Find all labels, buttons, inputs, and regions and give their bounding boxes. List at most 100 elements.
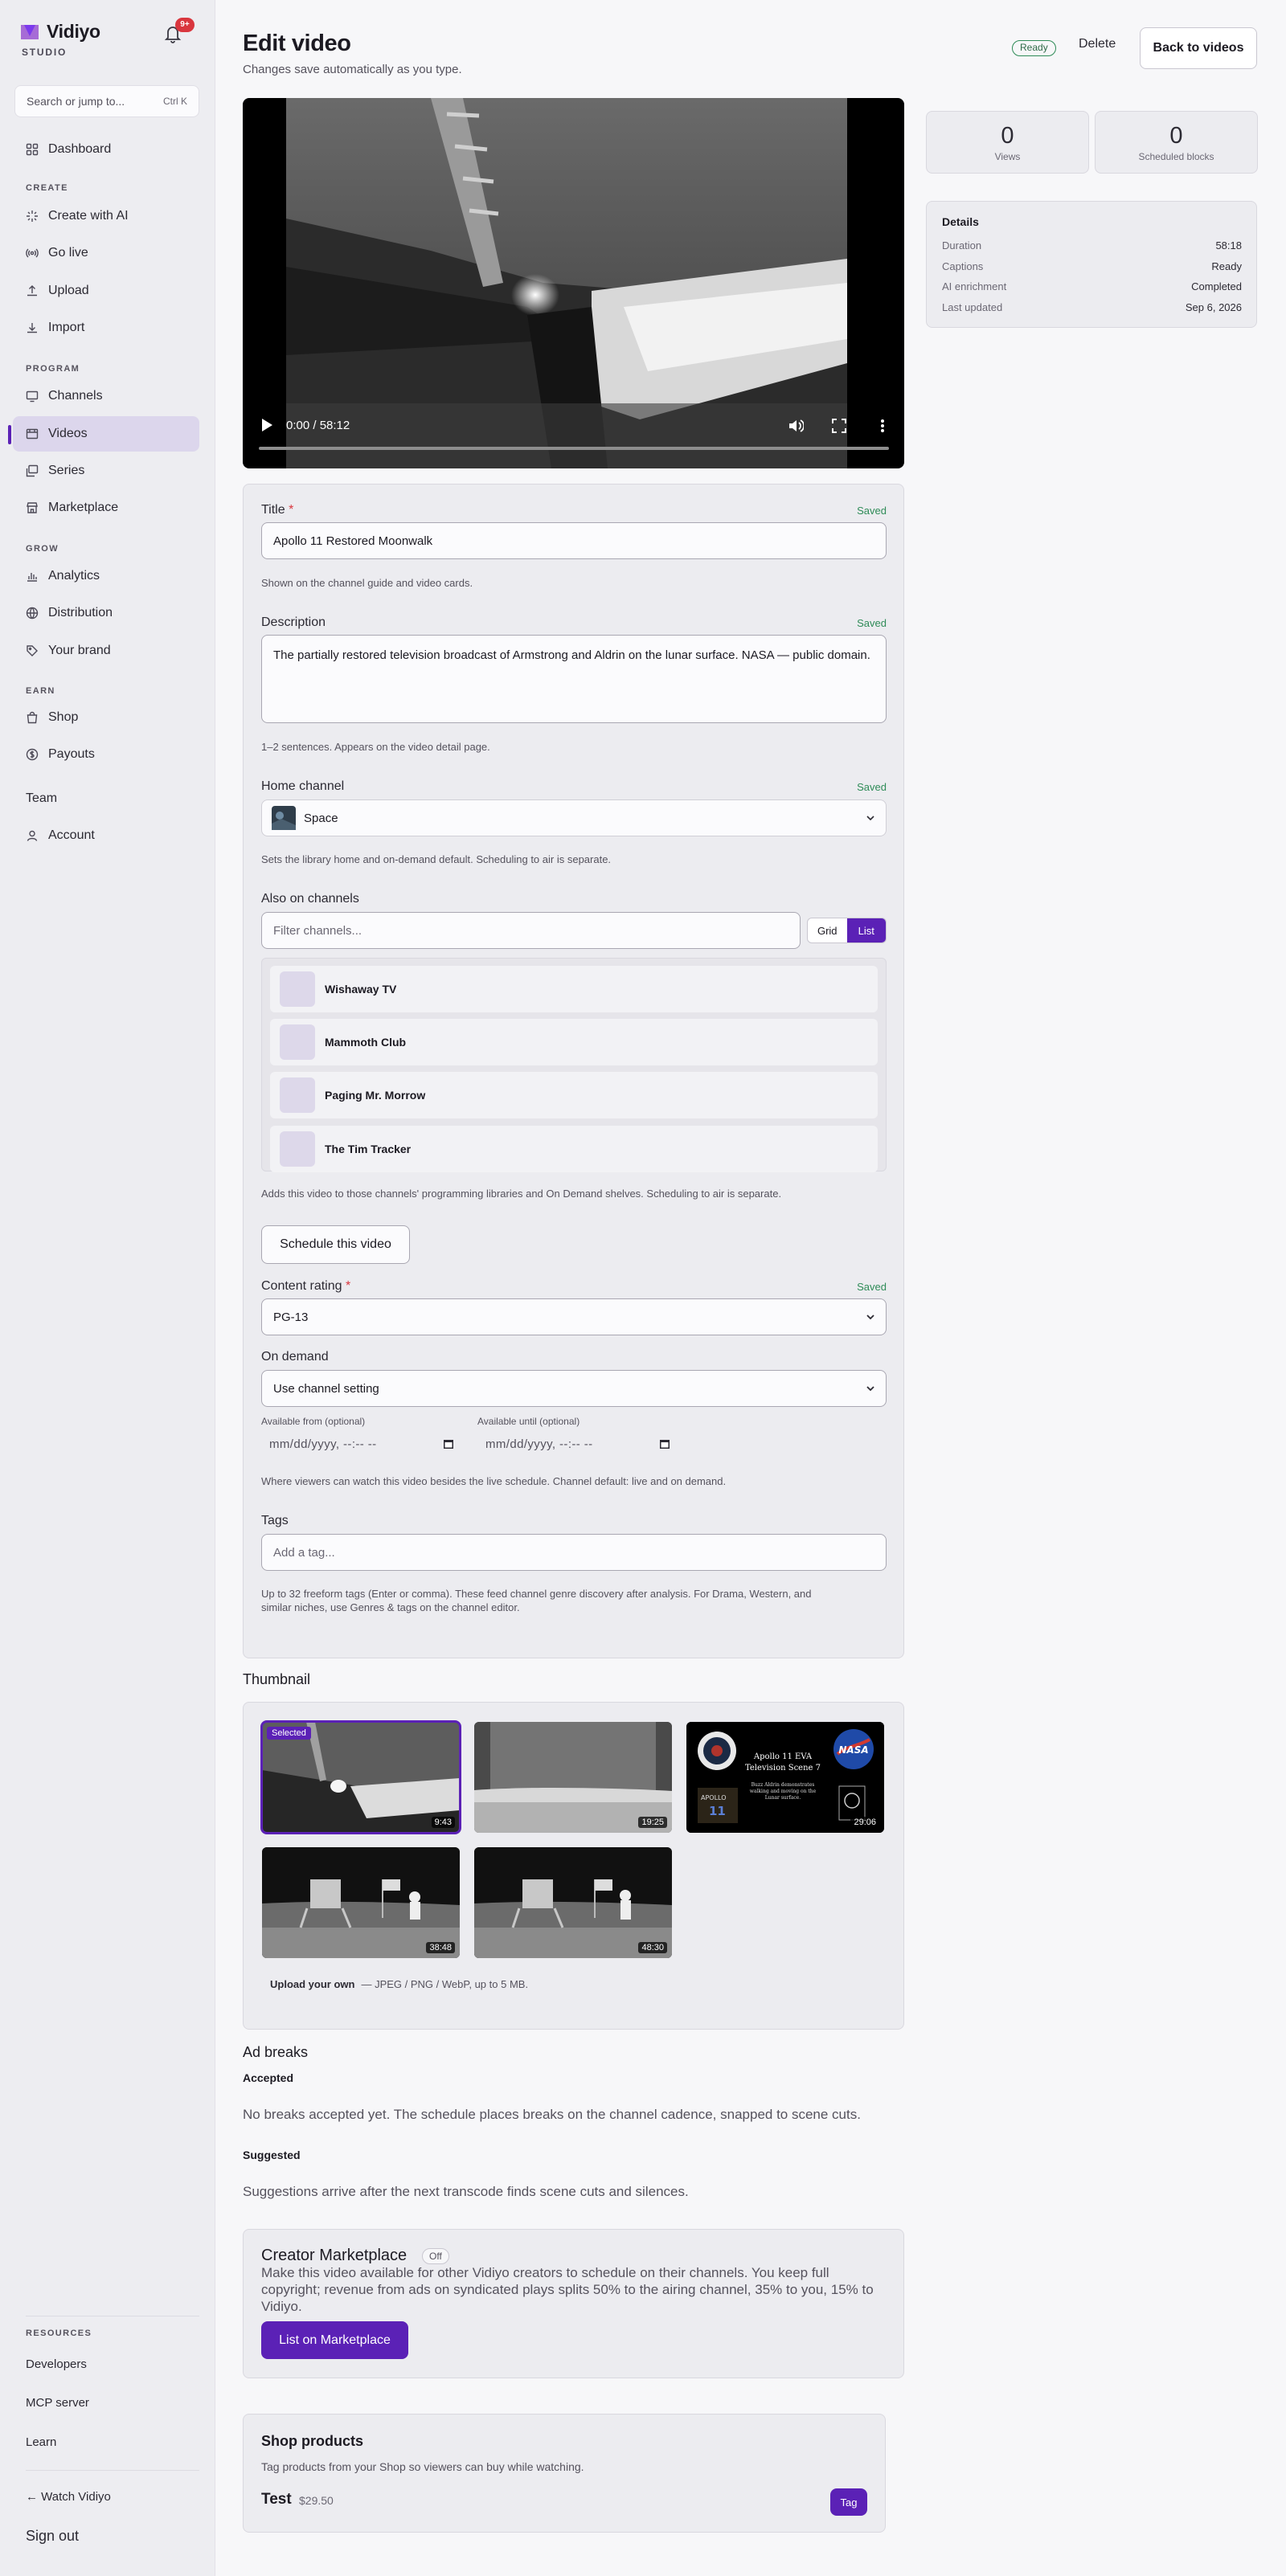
thumbnail-option[interactable]: 38:48: [262, 1847, 460, 1958]
sidebar-item-account[interactable]: Account: [13, 818, 199, 853]
nav-section-create: CREATE: [26, 183, 68, 193]
suggested-text: Suggestions arrive after the next transc…: [243, 2184, 689, 2199]
sign-out-link[interactable]: Sign out: [26, 2528, 79, 2545]
video-player[interactable]: 0:00 / 58:12: [243, 98, 904, 468]
sidebar-item-analytics[interactable]: Analytics: [13, 558, 199, 594]
sidebar-item-distribution[interactable]: Distribution: [13, 595, 199, 631]
calendar-icon[interactable]: [443, 1438, 454, 1450]
sidebar-item-learn[interactable]: Learn: [26, 2435, 56, 2449]
view-grid-button[interactable]: Grid: [808, 918, 847, 942]
home-channel-select[interactable]: Space: [261, 799, 887, 836]
upload-your-own-button[interactable]: Upload your own: [270, 1978, 354, 1990]
detail-key: Last updated: [942, 301, 1003, 313]
sidebar-item-payouts[interactable]: Payouts: [13, 737, 199, 772]
thumbnail-time: 48:30: [638, 1942, 667, 1953]
channel-option[interactable]: Paging Mr. Morrow: [270, 1072, 878, 1118]
fullscreen-icon[interactable]: [831, 418, 847, 434]
sidebar-item-label: Analytics: [48, 569, 100, 583]
sidebar-item-go-live[interactable]: Go live: [13, 235, 199, 271]
nav-section-earn: EARN: [26, 686, 55, 696]
title-label: Title *: [261, 503, 293, 517]
volume-icon[interactable]: [788, 418, 804, 434]
title-input[interactable]: Apollo 11 Restored Moonwalk: [261, 522, 887, 559]
thumbnail-option[interactable]: Selected 9:43: [260, 1720, 461, 1834]
list-on-marketplace-button[interactable]: List on Marketplace: [261, 2321, 408, 2359]
also-on-channels-label: Also on channels: [261, 892, 359, 906]
channel-option[interactable]: Mammoth Club: [270, 1019, 878, 1065]
status-badge: Ready: [1012, 40, 1056, 56]
on-demand-select[interactable]: Use channel setting: [261, 1370, 887, 1407]
more-options-icon[interactable]: [874, 418, 891, 434]
tags-input[interactable]: Add a tag...: [261, 1534, 887, 1571]
home-channel-value: Space: [304, 811, 338, 825]
download-icon: [27, 323, 37, 333]
upload-icon: [27, 285, 37, 296]
sidebar-item-channels[interactable]: Channels: [13, 378, 199, 414]
schedule-video-button[interactable]: Schedule this video: [261, 1225, 410, 1264]
thumbnail-option[interactable]: 48:30: [474, 1847, 672, 1958]
bar-chart-icon: [27, 573, 37, 582]
details-panel: Details Duration 58:18 Captions Ready AI e…: [926, 201, 1257, 328]
description-label: Description: [261, 615, 326, 629]
dollar-circle-icon: [26, 748, 39, 761]
sidebar-item-videos[interactable]: Videos: [13, 416, 199, 452]
available-until-input[interactable]: mm/dd/yyyy, --:-- --: [477, 1432, 680, 1456]
sidebar-item-series[interactable]: Series: [13, 453, 199, 489]
detail-row: Captions Ready: [942, 260, 1242, 276]
broadcast-icon: [26, 248, 39, 258]
filter-channels-input[interactable]: Filter channels...: [261, 912, 801, 949]
sidebar-item-mcp-server[interactable]: MCP server: [26, 2396, 89, 2410]
search-input[interactable]: Search or jump to... Ctrl K: [14, 85, 199, 117]
content-rating-select[interactable]: PG-13: [261, 1298, 887, 1335]
title-label-text: Title: [261, 503, 285, 517]
sidebar-item-label: Payouts: [48, 747, 95, 761]
scheduled-blocks-stat: 0 Scheduled blocks: [1095, 111, 1258, 174]
sidebar-item-label: Upload: [48, 284, 89, 297]
sidebar-item-label: Import: [48, 321, 85, 334]
on-demand-value: Use channel setting: [273, 1381, 379, 1396]
sidebar-item-label: Shop: [48, 710, 79, 724]
home-channel-hint: Sets the library home and on-demand defa…: [261, 853, 612, 865]
page-subtitle: Changes save automatically as you type.: [243, 63, 462, 76]
thumbnail-time: 29:06: [850, 1817, 879, 1828]
calendar-icon[interactable]: [659, 1438, 670, 1450]
sidebar-item-dashboard[interactable]: Dashboard: [13, 132, 199, 167]
film-icon: [26, 428, 39, 440]
sidebar-item-shop[interactable]: Shop: [13, 700, 199, 735]
sidebar-item-your-brand[interactable]: Your brand: [13, 633, 199, 669]
channels-hint: Adds this video to those channels' progr…: [261, 1188, 782, 1200]
sidebar-item-upload[interactable]: Upload: [13, 273, 199, 309]
tag-product-button[interactable]: Tag: [830, 2488, 867, 2516]
detail-key: AI enrichment: [942, 280, 1007, 292]
back-to-videos-button[interactable]: Back to videos: [1140, 27, 1257, 69]
chevron-down-icon: [866, 816, 874, 820]
sidebar-item-label: Series: [48, 464, 85, 477]
delete-button[interactable]: Delete: [1079, 37, 1116, 51]
content-rating-label-text: Content rating: [261, 1279, 342, 1293]
sidebar-item-team[interactable]: Team: [26, 791, 57, 806]
ad-breaks-heading: Ad breaks: [243, 2044, 309, 2060]
detail-value: Sep 6, 2026: [1185, 301, 1242, 313]
description-textarea[interactable]: The partially restored television broadc…: [261, 635, 887, 723]
channel-thumbnail: [280, 1131, 315, 1167]
search-placeholder: Search or jump to...: [27, 95, 125, 108]
sidebar-item-marketplace[interactable]: Marketplace: [13, 490, 199, 525]
video-progress-bar[interactable]: [259, 447, 889, 450]
view-list-button[interactable]: List: [846, 918, 886, 942]
sidebar-item-import[interactable]: Import: [13, 310, 199, 346]
available-from-input[interactable]: mm/dd/yyyy, --:-- --: [261, 1432, 464, 1456]
marketplace-title: Creator Marketplace: [261, 2247, 408, 2264]
thumbnail-option[interactable]: 19:25: [474, 1722, 672, 1833]
details-title: Details: [942, 215, 979, 228]
watch-vidiyo-link[interactable]: ← Watch Vidiyo: [26, 2490, 111, 2504]
sidebar-item-create-with-ai[interactable]: Create with AI: [13, 198, 199, 234]
thumbnail-option[interactable]: NASA Apollo 11 EVA Television Scene 7 Bu…: [686, 1722, 884, 1833]
play-icon[interactable]: [260, 418, 273, 432]
channel-option[interactable]: Wishaway TV: [270, 966, 878, 1012]
sidebar-item-developers[interactable]: Developers: [26, 2357, 87, 2371]
shop-products-title: Shop products: [261, 2433, 363, 2449]
detail-value: Ready: [1211, 260, 1242, 272]
channel-option[interactable]: The Tim Tracker: [270, 1126, 878, 1172]
sidebar-item-label: Distribution: [48, 606, 113, 619]
brand[interactable]: Vidiyo: [21, 21, 100, 43]
